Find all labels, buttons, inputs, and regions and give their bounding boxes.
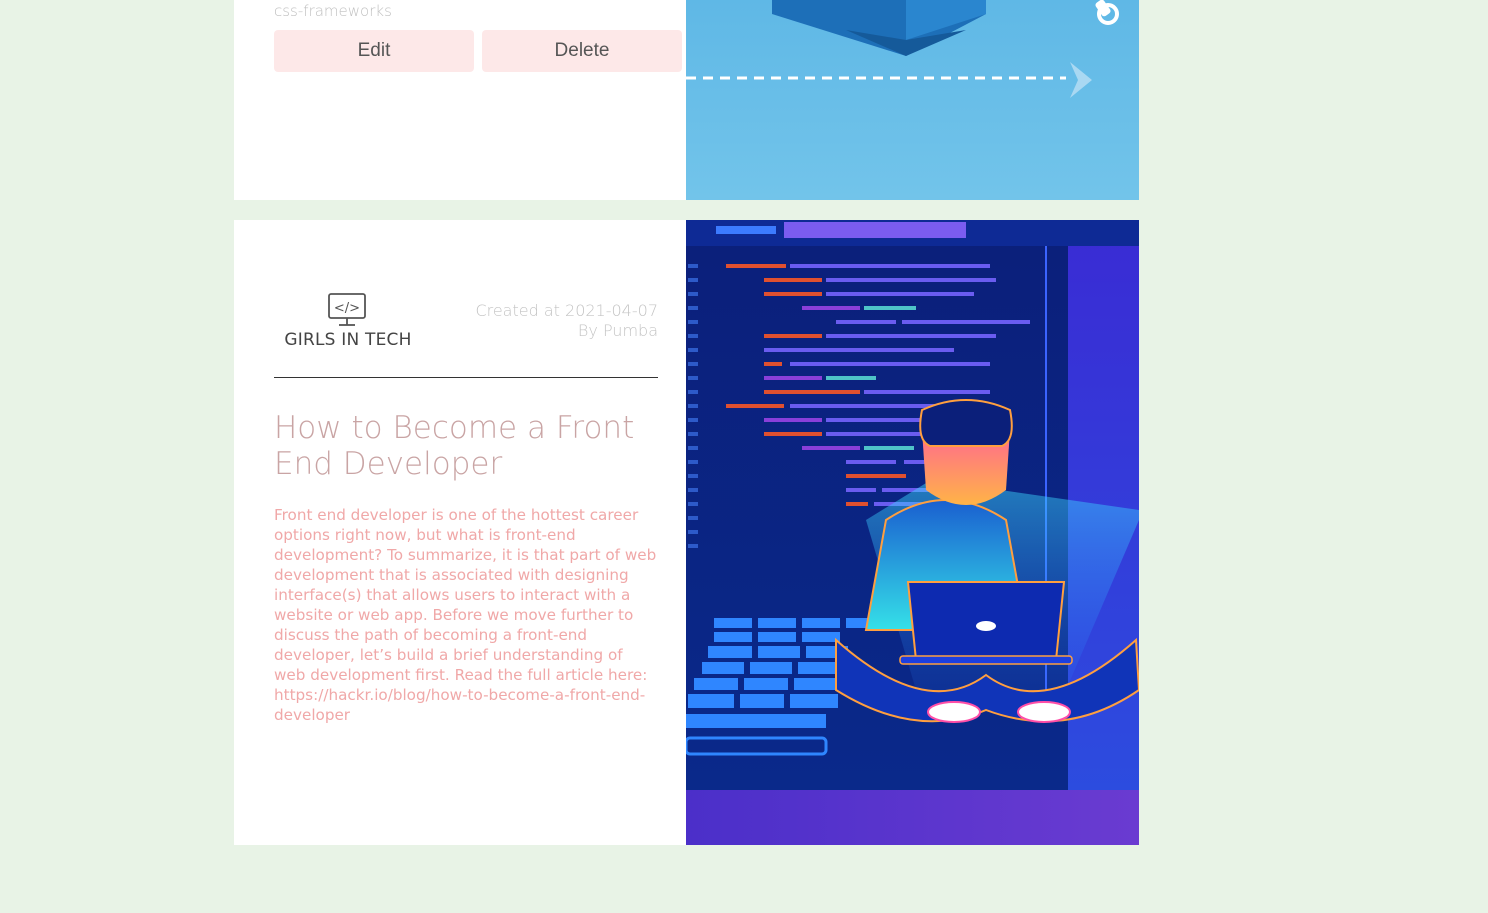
logo-text: GIRLS IN TECH (284, 330, 412, 350)
monitor-code-icon: </> (328, 293, 366, 326)
post-card: </> GIRLS IN TECH Created at 2021-04-07 … (234, 220, 1139, 845)
developer-laptop-illustration (686, 220, 1139, 845)
divider (274, 377, 658, 378)
css-frameworks-illustration (686, 0, 1139, 200)
post-body: Front end developer is one of the hottes… (274, 506, 657, 724)
post-image (686, 0, 1139, 200)
edit-button[interactable]: Edit (274, 30, 474, 72)
post-content: css-frameworks Edit Delete (234, 0, 686, 200)
post-title: How to Become a Front End Developer (274, 410, 635, 482)
post-meta: Created at 2021-04-07 By Pumba (475, 301, 658, 341)
author: By Pumba (577, 321, 658, 340)
created-date: Created at 2021-04-07 (475, 301, 658, 320)
post-card: css-frameworks Edit Delete (234, 0, 1139, 200)
post-image (686, 220, 1139, 845)
girls-in-tech-logo: </> GIRLS IN TECH (278, 292, 418, 354)
post-content: </> GIRLS IN TECH Created at 2021-04-07 … (234, 220, 686, 845)
delete-button[interactable]: Delete (482, 30, 682, 72)
code-glyph: </> (334, 301, 360, 316)
post-body-tail: css-frameworks (274, 2, 392, 20)
